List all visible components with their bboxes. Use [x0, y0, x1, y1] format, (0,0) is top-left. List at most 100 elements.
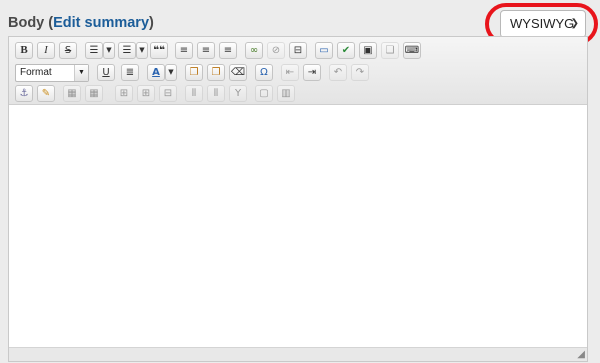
align-left-icon: ≡	[179, 45, 189, 56]
undo-icon: ↶	[333, 67, 343, 78]
blockquote-icon: ❝❝	[153, 45, 165, 56]
numbered-list-dropdown[interactable]: ▼	[136, 42, 148, 59]
anchor-icon: ⚓	[19, 88, 29, 99]
underline-icon: U	[102, 67, 110, 78]
text-color-icon: A	[152, 67, 160, 78]
redo-button[interactable]: ↷	[351, 64, 369, 81]
insert-row-after-button[interactable]: ⊞	[137, 85, 155, 102]
outdent-button[interactable]: ⇤	[281, 64, 299, 81]
paste-text-button[interactable]: ❐	[185, 64, 203, 81]
keyboard-icon: ⌨	[404, 45, 420, 56]
text-format-select[interactable]: WYSIWYG ❯	[500, 10, 586, 38]
underline-button[interactable]: U	[97, 64, 115, 81]
table-icon: ▦	[67, 88, 77, 99]
bulleted-list-button[interactable]: ☰	[85, 42, 103, 59]
media-button[interactable]: ▭	[315, 42, 333, 59]
insert-row-before-button[interactable]: ⊞	[115, 85, 133, 102]
link-icon: ∞	[249, 45, 259, 56]
page-break-icon: ⊟	[293, 45, 303, 56]
column-insert-icon: ⫴	[213, 88, 219, 99]
pencil-icon: ✎	[41, 88, 51, 99]
caret-down-icon: ▼	[106, 46, 112, 54]
strikethrough-button[interactable]: S	[59, 42, 77, 59]
merge-cells-button[interactable]: ▢	[255, 85, 273, 102]
delete-col-button[interactable]: Y	[229, 85, 247, 102]
column-insert-icon: ⫴	[191, 88, 197, 99]
align-center-icon: ≡	[201, 45, 211, 56]
split-cells-button[interactable]: ▥	[277, 85, 295, 102]
bulleted-list-icon: ☰	[89, 45, 99, 56]
bulleted-list-dropdown[interactable]: ▼	[103, 42, 115, 59]
table-properties-icon: ▦	[89, 88, 99, 99]
editor-content-area[interactable]	[9, 106, 587, 346]
resize-handle-icon[interactable]: ◢	[577, 350, 585, 360]
remove-format-button[interactable]: ⌫	[229, 64, 247, 81]
bold-button[interactable]: B	[15, 42, 33, 59]
caret-down-icon: ▼	[139, 46, 145, 54]
eraser-icon: ⌫	[230, 67, 246, 78]
numbered-list-icon: ☰	[122, 45, 132, 56]
bold-icon: B	[20, 44, 28, 56]
text-format-selected: WYSIWYG	[510, 16, 575, 31]
spellcheck-button[interactable]: ✔	[337, 42, 355, 59]
editor-statusbar: ◢	[9, 347, 587, 361]
align-left-button[interactable]: ≡	[175, 42, 193, 59]
caret-down-icon: ▼	[168, 68, 174, 76]
image-button[interactable]: ▣	[359, 42, 377, 59]
paste-button[interactable]: ❑	[381, 42, 399, 59]
justify-button[interactable]: ≣	[121, 64, 139, 81]
strikethrough-icon: S	[64, 45, 72, 56]
special-char-button[interactable]: Ω	[255, 64, 273, 81]
insert-col-after-button[interactable]: ⫴	[207, 85, 225, 102]
chevron-down-icon: ❯	[570, 18, 579, 29]
row-insert-icon: ⊞	[141, 88, 151, 99]
format-dropdown[interactable]: Format ▼	[15, 64, 89, 82]
insert-col-before-button[interactable]: ⫴	[185, 85, 203, 102]
special-keyboard-button[interactable]: ⌨	[403, 42, 421, 59]
anchor-button[interactable]: ⚓	[15, 85, 33, 102]
blockquote-button[interactable]: ❝❝	[150, 42, 168, 59]
align-center-button[interactable]: ≡	[197, 42, 215, 59]
merge-cells-icon: ▢	[259, 88, 269, 99]
justify-icon: ≣	[125, 67, 135, 78]
clipboard-word-icon: ❐	[211, 67, 221, 78]
caret-down-icon: ▼	[74, 65, 88, 81]
table-button[interactable]: ▦	[63, 85, 81, 102]
delete-row-button[interactable]: ⊟	[159, 85, 177, 102]
field-label-prefix: Body (	[8, 15, 54, 31]
align-right-button[interactable]: ≡	[219, 42, 237, 59]
omega-icon: Ω	[260, 67, 268, 78]
wysiwyg-editor: B I S ☰ ▼ ☰ ▼ ❝❝ ≡ ≡ ≡ ∞ ⊘ ⊟ ▭ ✔ ▣ ❑ ⌨ F…	[8, 36, 588, 362]
align-right-icon: ≡	[223, 45, 233, 56]
clipboard-icon: ❐	[189, 67, 199, 78]
italic-icon: I	[44, 44, 48, 56]
undo-button[interactable]: ↶	[329, 64, 347, 81]
edit-summary-link[interactable]: Edit summary	[53, 15, 149, 31]
redo-icon: ↷	[355, 67, 365, 78]
numbered-list-button[interactable]: ☰	[118, 42, 136, 59]
media-icon: ▭	[319, 45, 329, 56]
format-dropdown-label: Format	[20, 67, 52, 78]
spellcheck-icon: ✔	[341, 45, 351, 56]
text-color-button[interactable]: A	[147, 64, 165, 81]
column-delete-icon: Y	[234, 88, 242, 99]
indent-button[interactable]: ⇥	[303, 64, 321, 81]
field-label-suffix: )	[149, 15, 154, 31]
edit-source-button[interactable]: ✎	[37, 85, 55, 102]
unlink-icon: ⊘	[271, 45, 281, 56]
text-color-dropdown[interactable]: ▼	[165, 64, 177, 81]
row-insert-icon: ⊞	[119, 88, 129, 99]
field-label: Body (Edit summary)	[8, 15, 154, 31]
unlink-button[interactable]: ⊘	[267, 42, 285, 59]
table-properties-button[interactable]: ▦	[85, 85, 103, 102]
outdent-icon: ⇤	[285, 67, 295, 78]
italic-button[interactable]: I	[37, 42, 55, 59]
image-icon: ▣	[363, 45, 373, 56]
editor-toolbar: B I S ☰ ▼ ☰ ▼ ❝❝ ≡ ≡ ≡ ∞ ⊘ ⊟ ▭ ✔ ▣ ❑ ⌨ F…	[9, 37, 587, 105]
link-button[interactable]: ∞	[245, 42, 263, 59]
indent-icon: ⇥	[307, 67, 317, 78]
document-icon: ❑	[385, 45, 395, 56]
page-break-button[interactable]: ⊟	[289, 42, 307, 59]
split-cells-icon: ▥	[281, 88, 291, 99]
paste-word-button[interactable]: ❐	[207, 64, 225, 81]
